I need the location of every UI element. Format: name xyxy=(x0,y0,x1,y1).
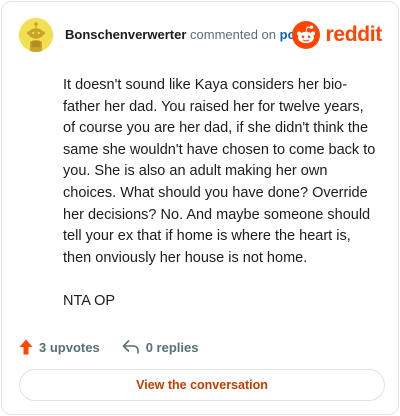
replies-stat[interactable]: 0 replies xyxy=(122,339,199,355)
reply-arrow-icon xyxy=(122,340,139,354)
comment-paragraph: NTA OP xyxy=(63,292,116,309)
reddit-logo[interactable]: reddit xyxy=(292,21,382,49)
comment-card: Bonschenverwerter commented on post redd… xyxy=(1,1,399,415)
author-line: Bonschenverwerter commented on post xyxy=(65,27,307,42)
view-conversation-button[interactable]: View the conversation xyxy=(19,369,385,401)
comment-footer: 3 upvotes 0 replies xyxy=(19,337,198,357)
reddit-wordmark: reddit xyxy=(325,23,382,46)
comment-body: It doesn't sound like Kaya considers her… xyxy=(63,75,378,334)
comment-header: Bonschenverwerter commented on post redd… xyxy=(19,18,382,52)
replies-count: 0 replies xyxy=(145,339,199,355)
comment-paragraph: It doesn't sound like Kaya considers her… xyxy=(63,77,376,266)
upvotes-stat[interactable]: 3 upvotes xyxy=(19,339,100,355)
user-avatar[interactable] xyxy=(19,18,53,52)
commented-on-text: commented on xyxy=(190,27,277,42)
author-name[interactable]: Bonschenverwerter xyxy=(65,27,186,42)
upvotes-count: 3 upvotes xyxy=(39,339,100,355)
reddit-snoo-icon xyxy=(292,21,321,49)
upvote-arrow-icon xyxy=(19,339,33,355)
view-conversation-label: View the conversation xyxy=(136,378,268,392)
snoo-avatar-icon xyxy=(19,18,53,52)
